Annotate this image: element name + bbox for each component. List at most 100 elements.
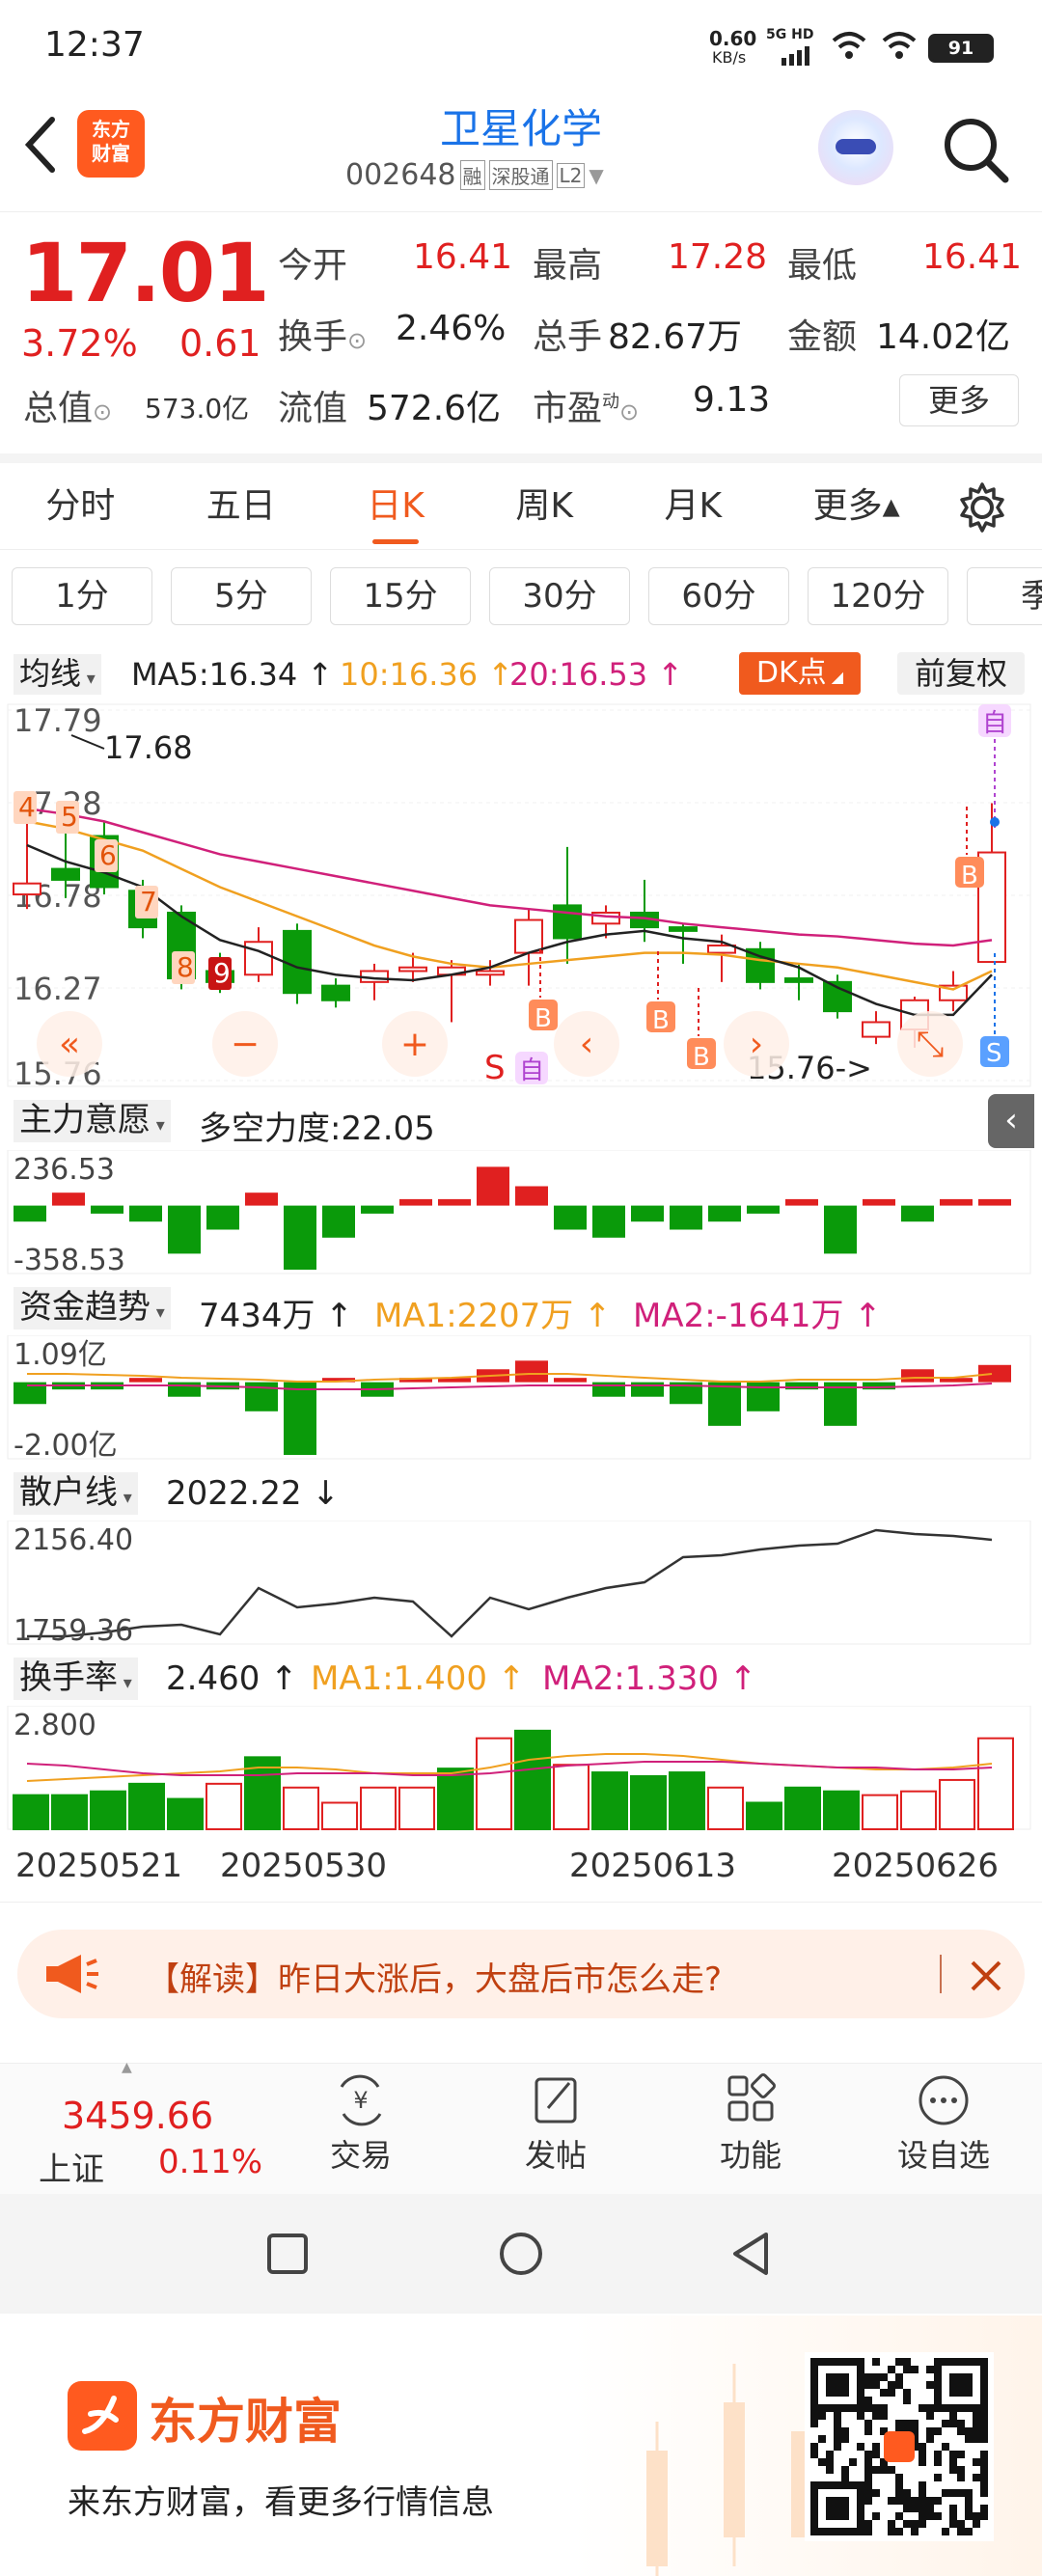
banner-divider — [940, 1955, 942, 1993]
brand-name: 东方财富 — [149, 2394, 342, 2450]
status-bar: 12:37 0.60 KB/s 5G HD 91 — [0, 0, 1042, 93]
news-banner[interactable]: 【解读】昨日大涨后，大盘后市怎么走? — [17, 1930, 1025, 2018]
panel-bar — [245, 1192, 278, 1206]
panel3-selector[interactable]: 散户线 ▾ — [14, 1472, 138, 1515]
stock-title[interactable]: 卫星化学 — [328, 96, 714, 155]
back-nav-icon[interactable] — [729, 2231, 772, 2277]
qr-module — [973, 2412, 980, 2420]
candle-body — [553, 904, 582, 940]
panel1-selector[interactable]: 主力意愿 ▾ — [14, 1100, 171, 1142]
retail-line — [27, 1528, 993, 1638]
tab-period-1[interactable]: 五日 — [206, 463, 276, 550]
nav-trade[interactable]: ¥ 交易 — [303, 2073, 419, 2189]
tab-period-0[interactable]: 分时 — [45, 463, 115, 550]
tab-minute-1[interactable]: 5分 — [171, 567, 312, 625]
signal-icon — [782, 46, 809, 66]
net-type: 5G HD — [766, 27, 814, 42]
qr-module — [980, 2427, 988, 2435]
panel4-selector[interactable]: 换手率 ▾ — [14, 1658, 138, 1700]
ma5-value: MA5:16.34 ↑ — [131, 656, 334, 693]
tab-period-5[interactable]: 更多▴ — [813, 463, 900, 550]
qr-module — [864, 2381, 872, 2389]
stock-code: 002648 — [345, 158, 456, 192]
low-value: 16.41 — [922, 237, 1023, 277]
market-cap: 573.0亿 — [145, 393, 250, 425]
index-widget[interactable]: ▲ 3459.66 上证 0.11% — [0, 2060, 270, 2195]
home-icon[interactable] — [498, 2231, 544, 2277]
qr-module — [949, 2489, 957, 2497]
qr-module — [934, 2458, 942, 2466]
open-value: 16.41 — [413, 237, 513, 277]
status-time: 12:37 — [44, 25, 145, 65]
nav-function[interactable]: 功能 — [693, 2073, 809, 2189]
qr-module — [980, 2512, 988, 2520]
pe-value: 9.13 — [693, 380, 771, 420]
period-tabs: 分时 五日 日K 周K 月K 更多▴ — [0, 453, 1042, 550]
nav-watchlist[interactable]: 设自选 — [886, 2073, 1001, 2189]
turnover-bar — [437, 1768, 474, 1831]
qr-module — [841, 2435, 849, 2443]
tab-period-3[interactable]: 周K — [515, 463, 573, 550]
more-button[interactable]: 更多 — [899, 374, 1019, 426]
candle-body — [321, 984, 350, 1001]
qr-module — [957, 2427, 965, 2435]
ma20-value: 20:16.53 ↑ — [509, 656, 684, 693]
chart-control-1: − — [231, 1025, 260, 1064]
tab-minute-6[interactable]: 季 — [967, 567, 1042, 625]
panel-top-label: 236.53 — [14, 1153, 115, 1187]
recent-apps-icon[interactable] — [266, 2233, 309, 2275]
panel-bar — [592, 1382, 625, 1397]
gear-icon[interactable] — [955, 480, 1009, 534]
candle-body — [244, 941, 273, 976]
collapse-left-button[interactable]: ‹ — [988, 1094, 1034, 1148]
tab-period-2[interactable]: 日K — [367, 463, 425, 550]
header: 东方 财富 卫星化学 002648 融 深股通 L2 ▼ — [0, 93, 1042, 212]
qr-module — [965, 2489, 973, 2497]
tab-minute-4[interactable]: 60分 — [648, 567, 789, 625]
panel4-ma2: MA2:1.330 ↑ — [542, 1659, 757, 1698]
bottom-nav: ▲ 3459.66 上证 0.11% ¥ 交易 发帖 功能 设自选 — [0, 2060, 1042, 2195]
nav-post[interactable]: 发帖 — [498, 2073, 614, 2189]
qr-module — [810, 2443, 818, 2451]
tab-minute-5[interactable]: 120分 — [808, 567, 948, 625]
panel2-selector[interactable]: 资金趋势 ▾ — [14, 1287, 171, 1329]
qr-module — [864, 2520, 872, 2528]
qr-module — [810, 2451, 818, 2458]
qr-module — [980, 2481, 988, 2489]
back-icon[interactable] — [19, 114, 62, 176]
nav-trade-label: 交易 — [329, 2137, 392, 2174]
qr-module — [957, 2528, 965, 2535]
qr-module — [903, 2420, 911, 2427]
qr-module — [857, 2412, 864, 2420]
kline-chart[interactable]: 17.7917.2816.7816.2715.7617.6815.76->456… — [0, 702, 1042, 1088]
adjust-button[interactable]: 前复权 — [897, 652, 1025, 695]
search-icon[interactable] — [938, 112, 1011, 185]
turnover-bar — [51, 1794, 88, 1831]
qr-module — [880, 2412, 888, 2420]
panel4-ma1: MA1:1.400 ↑ — [311, 1659, 526, 1698]
qr-module — [903, 2366, 911, 2373]
tab-minute-0[interactable]: 1分 — [12, 567, 152, 625]
qr-finder-core — [826, 2497, 849, 2520]
close-icon[interactable] — [969, 1959, 1003, 1993]
qr-module — [888, 2520, 895, 2528]
tab-minute-3[interactable]: 30分 — [489, 567, 630, 625]
tab-period-4[interactable]: 月K — [665, 463, 723, 550]
ma-selector[interactable]: 均线 ▾ — [14, 654, 101, 695]
qr-module — [919, 2505, 926, 2512]
qr-module — [911, 2520, 919, 2528]
qr-module — [872, 2489, 880, 2497]
turnover-bar — [90, 1790, 126, 1830]
qr-module — [903, 2497, 911, 2505]
qr-module — [919, 2489, 926, 2497]
info-icon: ⊙ — [347, 327, 368, 354]
robot-eyes — [836, 139, 876, 154]
qr-module — [957, 2520, 965, 2528]
stock-code-row[interactable]: 002648 融 深股通 L2 ▼ — [345, 158, 712, 192]
turnover-bar — [13, 1794, 49, 1831]
robot-avatar[interactable] — [818, 110, 893, 185]
tab-minute-2[interactable]: 15分 — [330, 567, 471, 625]
candle-body — [669, 926, 698, 932]
battery-level: 91 — [947, 38, 974, 59]
dk-point-button[interactable]: DK点 ◢ — [739, 652, 861, 695]
